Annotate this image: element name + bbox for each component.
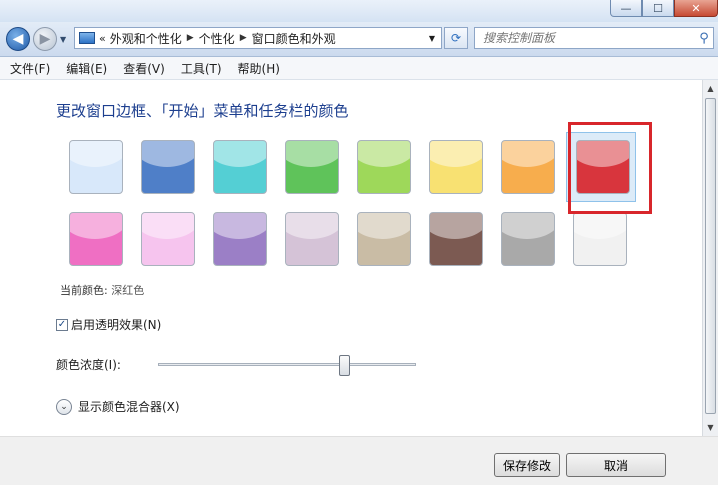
menu-bar: 文件(F) 编辑(E) 查看(V) 工具(T) 帮助(H) — [0, 57, 718, 80]
main-content: 更改窗口边框、「开始」菜单和任务栏的颜色 当前颜色: 深红色 ✓ 启用透明效果(… — [0, 80, 702, 436]
color-swatch[interactable] — [69, 212, 123, 266]
menu-file[interactable]: 文件(F) — [0, 60, 56, 77]
recent-pages-dropdown[interactable]: ▼ — [60, 35, 66, 44]
breadcrumb-personalization[interactable]: 个性化 — [199, 30, 235, 47]
close-button[interactable]: ✕ — [674, 0, 718, 17]
transparency-label: 启用透明效果(N) — [71, 318, 162, 332]
current-color: 当前颜色: 深红色 — [60, 282, 144, 298]
search-icon[interactable]: ⚲ — [695, 31, 713, 46]
color-mixer-toggle[interactable]: ⌄ 显示颜色混合器(X) — [56, 398, 180, 415]
menu-view[interactable]: 查看(V) — [113, 60, 171, 77]
color-intensity-slider[interactable] — [158, 355, 416, 376]
transparency-option[interactable]: ✓ 启用透明效果(N) — [56, 316, 161, 333]
current-color-label: 当前颜色: — [60, 284, 108, 297]
color-swatch[interactable] — [285, 212, 339, 266]
color-swatch[interactable] — [69, 140, 123, 194]
breadcrumb-appearance[interactable]: 外观和个性化 — [110, 30, 182, 47]
cancel-button[interactable]: 取消 — [566, 453, 666, 477]
forward-button[interactable]: ▶ — [33, 27, 57, 51]
slider-thumb[interactable] — [339, 355, 350, 376]
chevron-down-icon[interactable]: ⌄ — [56, 398, 72, 415]
navigation-bar: ◀ ▶ ▼ « 外观和个性化 ▶ 个性化 ▶ 窗口颜色和外观 ▼ ⟳ ⚲ — [0, 22, 718, 57]
refresh-button[interactable]: ⟳ — [444, 27, 468, 49]
color-swatch[interactable] — [429, 140, 483, 194]
minimize-button[interactable]: — — [610, 0, 642, 17]
search-box[interactable]: ⚲ — [474, 27, 714, 49]
minimize-icon: — — [620, 1, 632, 15]
color-swatch[interactable] — [501, 140, 555, 194]
menu-tools[interactable]: 工具(T) — [171, 60, 228, 77]
current-color-name: 深红色 — [111, 284, 145, 297]
color-swatch[interactable] — [141, 140, 195, 194]
color-swatch[interactable] — [141, 212, 195, 266]
color-swatch[interactable] — [213, 212, 267, 266]
color-swatch[interactable] — [357, 140, 411, 194]
color-swatch[interactable] — [573, 212, 627, 266]
maximize-icon: ☐ — [653, 1, 663, 15]
page-title: 更改窗口边框、「开始」菜单和任务栏的颜色 — [56, 102, 349, 120]
color-swatch[interactable] — [285, 140, 339, 194]
color-swatch[interactable] — [501, 212, 555, 266]
control-panel-icon — [79, 32, 95, 44]
color-swatch[interactable] — [357, 212, 411, 266]
address-dropdown-icon[interactable]: ▼ — [429, 34, 435, 43]
scrollbar-thumb[interactable] — [705, 98, 716, 414]
dialog-footer: 保存修改 取消 — [0, 436, 718, 485]
window-controls: — ☐ ✕ — [610, 0, 718, 18]
scroll-up-icon[interactable]: ▲ — [703, 81, 718, 96]
vertical-scrollbar[interactable]: ▲ ▼ — [702, 80, 718, 436]
maximize-button[interactable]: ☐ — [642, 0, 674, 17]
title-bar: — ☐ ✕ — [0, 0, 718, 22]
menu-help[interactable]: 帮助(H) — [228, 60, 286, 77]
address-bar[interactable]: « 外观和个性化 ▶ 个性化 ▶ 窗口颜色和外观 ▼ — [74, 27, 442, 49]
close-icon: ✕ — [691, 1, 701, 15]
save-changes-button[interactable]: 保存修改 — [494, 453, 560, 477]
forward-arrow-icon: ▶ — [39, 31, 51, 47]
color-intensity-label: 颜色浓度(I): — [56, 358, 121, 372]
search-input[interactable] — [475, 30, 695, 46]
back-button[interactable]: ◀ — [6, 27, 30, 51]
color-swatch[interactable] — [213, 140, 267, 194]
color-swatch[interactable] — [429, 212, 483, 266]
breadcrumb-window-color[interactable]: 窗口颜色和外观 — [252, 30, 336, 47]
breadcrumb-separator-icon[interactable]: ▶ — [240, 33, 247, 43]
red-annotation-box — [568, 122, 652, 214]
breadcrumb-separator-icon[interactable]: ▶ — [187, 33, 194, 43]
scroll-down-icon[interactable]: ▼ — [703, 420, 718, 435]
color-mixer-label: 显示颜色混合器(X) — [78, 400, 180, 414]
menu-edit[interactable]: 编辑(E) — [56, 60, 113, 77]
transparency-checkbox[interactable]: ✓ — [56, 318, 68, 331]
refresh-icon: ⟳ — [450, 31, 462, 45]
address-overflow-chevron[interactable]: « — [99, 32, 106, 45]
back-arrow-icon: ◀ — [12, 31, 24, 47]
